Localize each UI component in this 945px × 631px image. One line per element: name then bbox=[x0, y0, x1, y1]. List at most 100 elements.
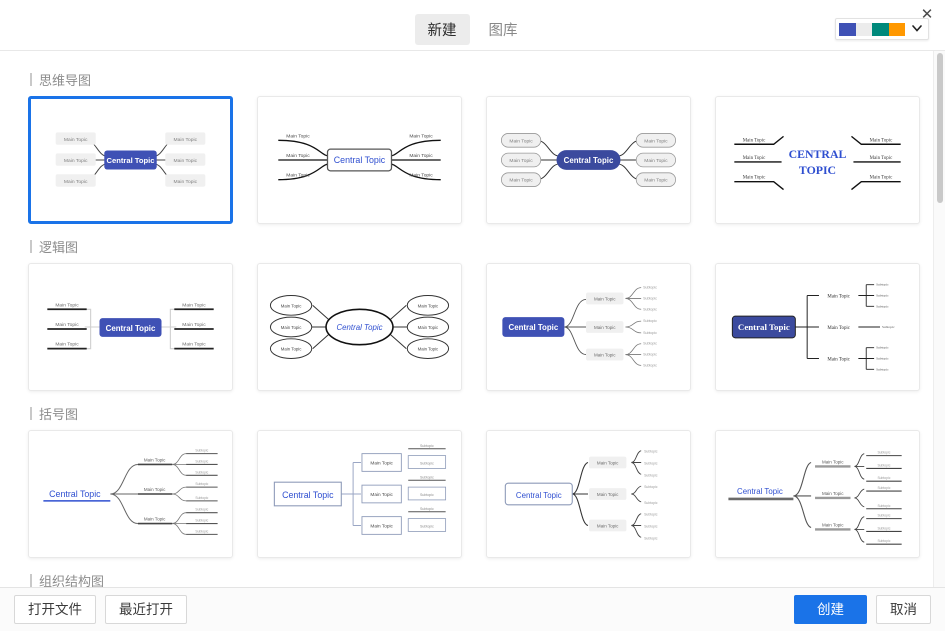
vertical-scrollbar[interactable] bbox=[933, 51, 945, 587]
svg-text:Subtopic: Subtopic bbox=[876, 293, 889, 297]
svg-text:CENTRAL: CENTRAL bbox=[789, 147, 847, 161]
svg-text:Subtopic: Subtopic bbox=[420, 493, 434, 497]
svg-text:Subtopic: Subtopic bbox=[877, 451, 890, 455]
svg-text:Main Topic: Main Topic bbox=[281, 347, 302, 352]
template-card-logic-serif-orthogonal[interactable]: Main Topic Main Topic Main Topic Subtopic S… bbox=[715, 263, 920, 391]
svg-text:Main Topic: Main Topic bbox=[827, 326, 850, 331]
svg-text:Main Topic: Main Topic bbox=[409, 173, 433, 179]
svg-text:Central Topic: Central Topic bbox=[516, 491, 562, 500]
svg-text:Central Topic: Central Topic bbox=[334, 155, 386, 165]
svg-text:Main Topic: Main Topic bbox=[144, 458, 166, 463]
dialog-header: 新建 图库 ✕ bbox=[0, 0, 945, 51]
template-card-bracket-underline-straight[interactable]: Main Topic Main Topic Main Topic Subtopic S… bbox=[715, 430, 920, 558]
svg-text:Main Topic: Main Topic bbox=[597, 492, 619, 497]
svg-text:Subtopic: Subtopic bbox=[644, 524, 658, 528]
template-card-mindmap-elbow-underline[interactable]: Main Topic Main Topic Main Topic Main Topi… bbox=[28, 263, 233, 391]
svg-text:Main Topic: Main Topic bbox=[743, 156, 766, 161]
tab-gallery[interactable]: 图库 bbox=[476, 14, 531, 45]
svg-text:Main Topic: Main Topic bbox=[409, 153, 433, 159]
cancel-button[interactable]: 取消 bbox=[876, 594, 931, 625]
svg-text:Subtopic: Subtopic bbox=[420, 475, 434, 479]
template-row-bracket: Main Topic Main Topic Main Topic Subtopic S… bbox=[28, 430, 920, 558]
svg-text:Subtopic: Subtopic bbox=[420, 524, 434, 528]
svg-text:Subtopic: Subtopic bbox=[195, 496, 208, 500]
svg-text:Main Topic: Main Topic bbox=[870, 138, 893, 143]
svg-text:Central Topic: Central Topic bbox=[564, 156, 614, 165]
svg-text:Main Topic: Main Topic bbox=[182, 302, 206, 308]
scrollbar-thumb[interactable] bbox=[937, 53, 943, 203]
svg-text:Main Topic: Main Topic bbox=[743, 176, 766, 181]
template-scroll-area[interactable]: 思维导图 Main Topic Main Topic Main Topic Ma… bbox=[0, 51, 945, 587]
svg-text:Central Topic: Central Topic bbox=[49, 489, 101, 499]
template-card-mindmap-ellipse-nodes[interactable]: Main Topic Main Topic Main Topic Main Topi… bbox=[257, 263, 462, 391]
svg-text:Subtopic: Subtopic bbox=[644, 501, 658, 505]
template-card-mindmap-outline-boxes[interactable]: Main Topic Main Topic Main Topic Main Topi… bbox=[257, 96, 462, 224]
template-row-mindmap: Main Topic Main Topic Main Topic Main Topi… bbox=[28, 96, 920, 224]
template-card-mindmap-rounded-pills[interactable]: Main Topic Main Topic Main Topic Main Topi… bbox=[486, 96, 691, 224]
svg-text:Subtopic: Subtopic bbox=[420, 461, 434, 465]
svg-text:Subtopic: Subtopic bbox=[643, 286, 657, 290]
template-card-bracket-classic[interactable]: Main Topic Main Topic Main Topic Subtopic S… bbox=[486, 430, 691, 558]
svg-text:Central Topic: Central Topic bbox=[336, 323, 382, 332]
svg-text:Main Topic: Main Topic bbox=[597, 523, 619, 528]
svg-text:Main Topic: Main Topic bbox=[594, 325, 616, 330]
svg-text:Main Topic: Main Topic bbox=[286, 153, 310, 159]
svg-text:Main Topic: Main Topic bbox=[144, 487, 166, 492]
svg-text:Main Topic: Main Topic bbox=[644, 138, 668, 144]
svg-text:Main Topic: Main Topic bbox=[644, 178, 668, 184]
svg-text:Central Topic: Central Topic bbox=[106, 156, 155, 165]
svg-text:Subtopic: Subtopic bbox=[876, 304, 889, 308]
svg-text:Subtopic: Subtopic bbox=[877, 476, 890, 480]
svg-text:Subtopic: Subtopic bbox=[876, 283, 889, 287]
svg-text:Subtopic: Subtopic bbox=[877, 526, 890, 530]
section-label: 思维导图 bbox=[39, 73, 92, 88]
svg-text:Main Topic: Main Topic bbox=[509, 158, 533, 164]
svg-text:Subtopic: Subtopic bbox=[643, 319, 657, 323]
swatch-orange bbox=[888, 22, 905, 36]
tab-new[interactable]: 新建 bbox=[414, 13, 470, 45]
svg-text:TOPIC: TOPIC bbox=[799, 163, 836, 177]
svg-text:Subtopic: Subtopic bbox=[644, 536, 658, 540]
svg-text:Subtopic: Subtopic bbox=[195, 449, 208, 453]
svg-text:Subtopic: Subtopic bbox=[195, 460, 208, 464]
svg-text:Subtopic: Subtopic bbox=[195, 519, 208, 523]
svg-text:Central Topic: Central Topic bbox=[282, 490, 334, 500]
template-card-mindmap-serif-lines[interactable]: Main Topic Main Topic Main Topic Main Topi… bbox=[715, 96, 920, 224]
svg-text:Subtopic: Subtopic bbox=[195, 470, 208, 474]
create-button[interactable]: 创建 bbox=[794, 594, 867, 625]
svg-text:Main Topic: Main Topic bbox=[597, 460, 619, 465]
section-title-logic: 逻辑图 bbox=[30, 237, 917, 256]
svg-text:Main Topic: Main Topic bbox=[144, 517, 166, 522]
svg-text:Main Topic: Main Topic bbox=[174, 137, 198, 143]
template-card-logic-right-tree[interactable]: Main Topic Main Topic Main Topic Subtopic S… bbox=[486, 263, 691, 391]
svg-text:Main Topic: Main Topic bbox=[64, 158, 88, 164]
svg-text:Main Topic: Main Topic bbox=[182, 342, 206, 348]
svg-text:Main Topic: Main Topic bbox=[822, 459, 844, 464]
svg-text:Subtopic: Subtopic bbox=[195, 482, 208, 486]
svg-text:Main Topic: Main Topic bbox=[822, 491, 844, 496]
open-file-button[interactable]: 打开文件 bbox=[14, 594, 96, 625]
svg-text:Main Topic: Main Topic bbox=[509, 178, 533, 184]
svg-text:Main Topic: Main Topic bbox=[370, 460, 393, 466]
svg-text:Subtopic: Subtopic bbox=[643, 296, 657, 300]
svg-text:Main Topic: Main Topic bbox=[509, 138, 533, 144]
recent-files-button[interactable]: 最近打开 bbox=[105, 594, 187, 625]
svg-text:Subtopic: Subtopic bbox=[876, 356, 889, 360]
svg-text:Subtopic: Subtopic bbox=[644, 461, 658, 465]
template-card-mindmap-classic-filled[interactable]: Main Topic Main Topic Main Topic Main Topi… bbox=[28, 96, 233, 224]
svg-text:Main Topic: Main Topic bbox=[594, 296, 616, 301]
close-icon[interactable]: ✕ bbox=[909, 0, 945, 28]
section-label: 括号图 bbox=[39, 407, 79, 422]
swatch-gray bbox=[855, 22, 872, 36]
svg-text:Main Topic: Main Topic bbox=[743, 138, 766, 143]
svg-text:Central Topic: Central Topic bbox=[737, 487, 783, 496]
svg-text:Main Topic: Main Topic bbox=[64, 137, 88, 143]
template-card-bracket-boxed-shadow[interactable]: Main Topic Main Topic Main Topic Subtopic S… bbox=[257, 430, 462, 558]
svg-text:Subtopic: Subtopic bbox=[643, 363, 657, 367]
svg-text:Subtopic: Subtopic bbox=[644, 513, 658, 517]
template-card-bracket-underline-curve[interactable]: Main Topic Main Topic Main Topic Subtopic S… bbox=[28, 430, 233, 558]
svg-text:Main Topic: Main Topic bbox=[418, 303, 439, 308]
svg-text:Main Topic: Main Topic bbox=[409, 133, 433, 139]
svg-text:Main Topic: Main Topic bbox=[827, 294, 850, 299]
section-title-mindmap: 思维导图 bbox=[30, 70, 917, 89]
